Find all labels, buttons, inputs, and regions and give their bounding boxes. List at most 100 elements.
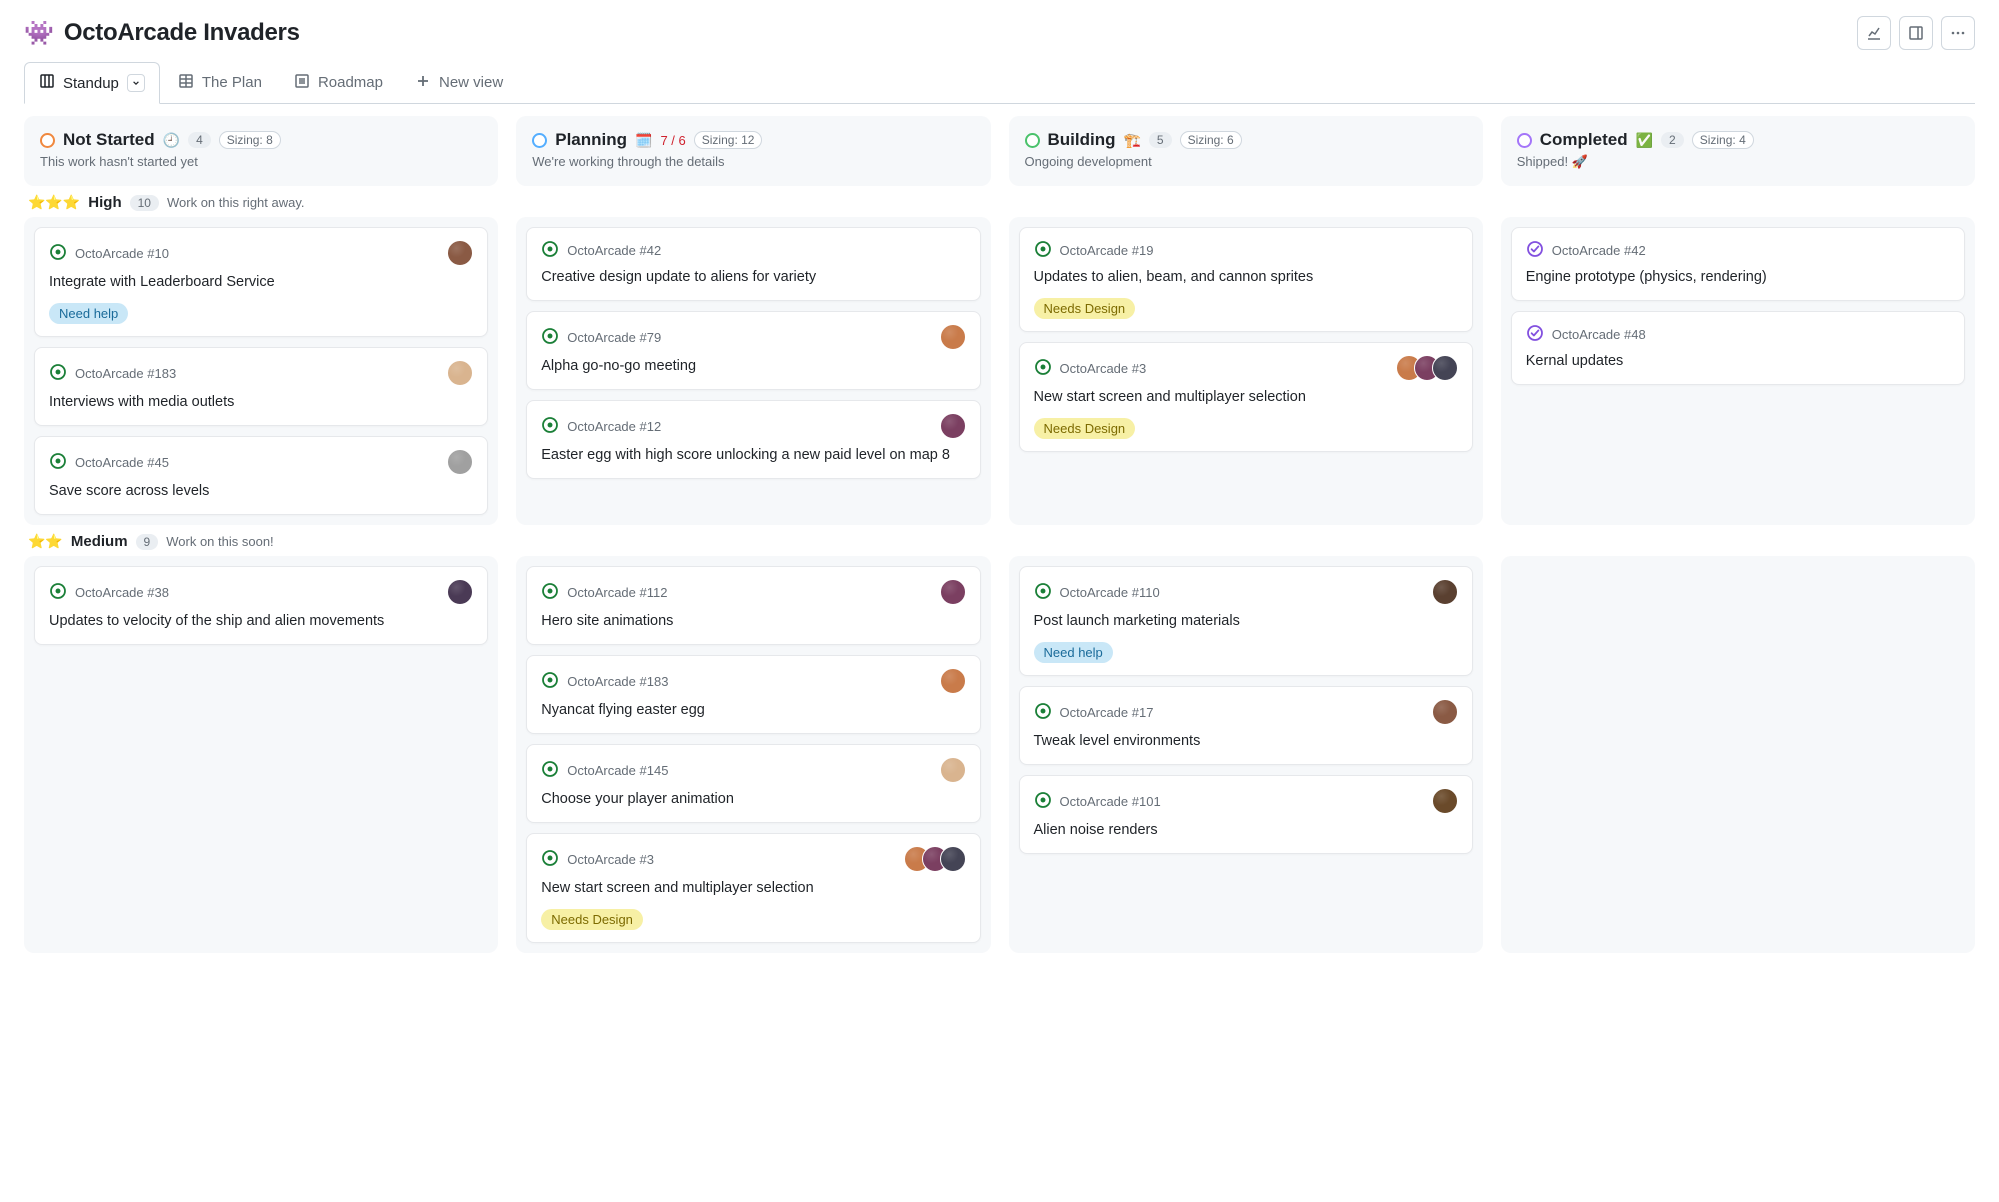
column-title: Completed xyxy=(1540,130,1628,150)
board-card[interactable]: OctoArcade #183 Nyancat flying easter eg… xyxy=(526,655,980,734)
board-card[interactable]: OctoArcade #38 Updates to velocity of th… xyxy=(34,566,488,645)
tab-label: New view xyxy=(439,74,503,91)
column-body-building[interactable]: OctoArcade #19 Updates to alien, beam, a… xyxy=(1009,217,1483,525)
board-card[interactable]: OctoArcade #42 Creative design update to… xyxy=(526,227,980,301)
avatar xyxy=(940,846,966,872)
card-reference: OctoArcade #38 xyxy=(75,585,169,600)
column-sizing: Sizing: 4 xyxy=(1692,131,1754,149)
column-count: 5 xyxy=(1149,132,1172,148)
card-reference: OctoArcade #112 xyxy=(567,585,667,600)
card-title: Save score across levels xyxy=(49,481,473,502)
swimlane-header-medium[interactable]: ⭐⭐ Medium 9 Work on this soon! xyxy=(24,525,1975,556)
assignee-avatars xyxy=(1432,788,1458,814)
board-card[interactable]: OctoArcade #3 New start screen and multi… xyxy=(1019,342,1473,452)
tab-label: Roadmap xyxy=(318,74,383,91)
swimlane-title: High xyxy=(88,194,121,211)
tab-menu-button[interactable] xyxy=(127,74,145,92)
board-card[interactable]: OctoArcade #12 Easter egg with high scor… xyxy=(526,400,980,479)
assignee-avatars xyxy=(940,757,966,783)
column-body-completed[interactable] xyxy=(1501,556,1975,953)
tab-roadmap[interactable]: Roadmap xyxy=(280,63,397,103)
panel-toggle-button[interactable] xyxy=(1899,16,1933,50)
board-card[interactable]: OctoArcade #45 Save score across levels xyxy=(34,436,488,515)
assignee-avatars xyxy=(1432,699,1458,725)
avatar xyxy=(940,668,966,694)
project-title: 👾 OctoArcade Invaders xyxy=(24,19,300,48)
insights-button[interactable] xyxy=(1857,16,1891,50)
issue-status-icon xyxy=(541,582,559,603)
plus-icon xyxy=(415,73,431,93)
assignee-avatars xyxy=(447,449,473,475)
column-fraction: 7 / 6 xyxy=(660,133,685,148)
issue-status-icon xyxy=(49,363,67,384)
column-body-not_started[interactable]: OctoArcade #10 Integrate with Leaderboar… xyxy=(24,217,498,525)
assignee-avatars xyxy=(940,668,966,694)
card-title: Nyancat flying easter egg xyxy=(541,700,965,721)
board-card[interactable]: OctoArcade #42 Engine prototype (physics… xyxy=(1511,227,1965,301)
issue-status-icon xyxy=(541,327,559,348)
tab-newview[interactable]: New view xyxy=(401,63,517,103)
assignee-avatars xyxy=(904,846,966,872)
card-title: Tweak level environments xyxy=(1034,731,1458,752)
issue-status-icon xyxy=(1526,240,1544,261)
column-body-completed[interactable]: OctoArcade #42 Engine prototype (physics… xyxy=(1501,217,1975,525)
swimlane-count: 9 xyxy=(136,534,159,550)
swimlane-stars: ⭐⭐ xyxy=(28,533,63,550)
avatar xyxy=(447,449,473,475)
more-menu-button[interactable] xyxy=(1941,16,1975,50)
card-reference: OctoArcade #3 xyxy=(567,852,654,867)
issue-status-icon xyxy=(1034,358,1052,379)
avatar xyxy=(1432,355,1458,381)
column-title: Planning xyxy=(555,130,627,150)
swimlane-header-high[interactable]: ⭐⭐⭐ High 10 Work on this right away. xyxy=(24,186,1975,217)
issue-status-icon xyxy=(1034,791,1052,812)
card-badge: Needs Design xyxy=(541,909,643,930)
board-card[interactable]: OctoArcade #101 Alien noise renders xyxy=(1019,775,1473,854)
project-emoji: 👾 xyxy=(24,19,54,48)
avatar xyxy=(447,360,473,386)
swimlane-desc: Work on this right away. xyxy=(167,195,305,210)
column-description: Shipped! 🚀 xyxy=(1517,154,1959,170)
column-body-planning[interactable]: OctoArcade #42 Creative design update to… xyxy=(516,217,990,525)
card-reference: OctoArcade #48 xyxy=(1552,327,1646,342)
card-title: Updates to velocity of the ship and alie… xyxy=(49,611,473,632)
board-card[interactable]: OctoArcade #3 New start screen and multi… xyxy=(526,833,980,943)
card-title: Alpha go-no-go meeting xyxy=(541,356,965,377)
board-card[interactable]: OctoArcade #183 Interviews with media ou… xyxy=(34,347,488,426)
column-description: This work hasn't started yet xyxy=(40,154,482,169)
board-card[interactable]: OctoArcade #79 Alpha go-no-go meeting xyxy=(526,311,980,390)
tab-standup[interactable]: Standup xyxy=(24,62,160,104)
board-card[interactable]: OctoArcade #110 Post launch marketing ma… xyxy=(1019,566,1473,676)
issue-status-icon xyxy=(1034,582,1052,603)
issue-status-icon xyxy=(541,240,559,261)
panel-icon xyxy=(1908,25,1924,41)
board-card[interactable]: OctoArcade #112 Hero site animations xyxy=(526,566,980,645)
issue-status-icon xyxy=(541,416,559,437)
column-body-planning[interactable]: OctoArcade #112 Hero site animations Oct… xyxy=(516,556,990,953)
column-count: 2 xyxy=(1661,132,1684,148)
issue-status-icon xyxy=(541,849,559,870)
kebab-icon xyxy=(1950,25,1966,41)
board-card[interactable]: OctoArcade #19 Updates to alien, beam, a… xyxy=(1019,227,1473,332)
card-title: Hero site animations xyxy=(541,611,965,632)
tab-plan[interactable]: The Plan xyxy=(164,63,276,103)
assignee-avatars xyxy=(447,579,473,605)
column-body-building[interactable]: OctoArcade #110 Post launch marketing ma… xyxy=(1009,556,1483,953)
column-header-completed: Completed ✅ 2 Sizing: 4 Shipped! 🚀 xyxy=(1501,116,1975,186)
tab-label: The Plan xyxy=(202,74,262,91)
column-sizing: Sizing: 6 xyxy=(1180,131,1242,149)
board-card[interactable]: OctoArcade #17 Tweak level environments xyxy=(1019,686,1473,765)
card-badge: Need help xyxy=(49,303,128,324)
column-body-not_started[interactable]: OctoArcade #38 Updates to velocity of th… xyxy=(24,556,498,953)
swimlane-stars: ⭐⭐⭐ xyxy=(28,194,80,211)
board-card[interactable]: OctoArcade #145 Choose your player anima… xyxy=(526,744,980,823)
board-card[interactable]: OctoArcade #48 Kernal updates xyxy=(1511,311,1965,385)
column-emoji: 🕘 xyxy=(163,132,180,149)
assignee-avatars xyxy=(1396,355,1458,381)
board-card[interactable]: OctoArcade #10 Integrate with Leaderboar… xyxy=(34,227,488,337)
avatar xyxy=(447,579,473,605)
chevron-down-icon xyxy=(132,79,140,87)
issue-status-icon xyxy=(49,582,67,603)
avatar xyxy=(1432,579,1458,605)
card-title: Creative design update to aliens for var… xyxy=(541,267,965,288)
